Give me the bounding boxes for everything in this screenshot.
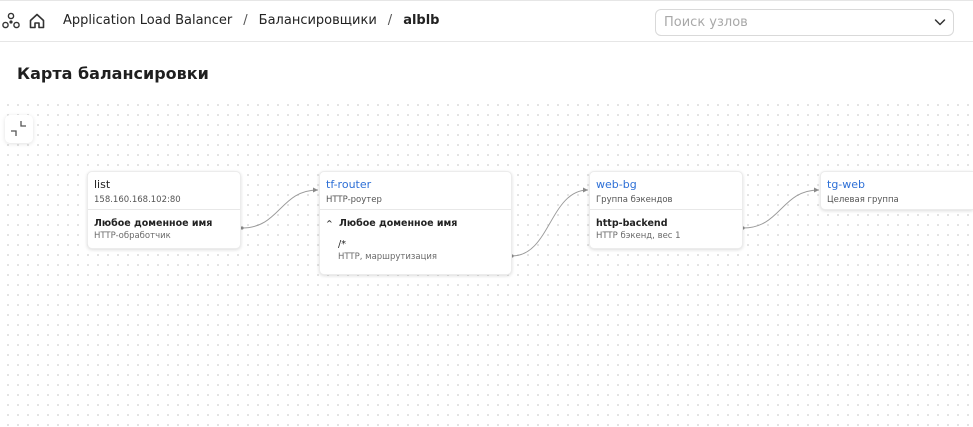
row-subtitle: HTTP-обработчик xyxy=(94,231,171,241)
node-listener[interactable]: list 158.160.168.102:80 Любое доменное и… xyxy=(87,171,241,249)
node-name: list xyxy=(94,178,111,191)
virtual-host-toggle[interactable]: ^ Любое доменное имя xyxy=(326,217,505,230)
chevron-down-icon[interactable] xyxy=(933,15,947,29)
top-bar: Application Load Balancer / Балансировщики… xyxy=(0,0,973,42)
node-target-group[interactable]: tg-web Целевая группа xyxy=(820,171,973,210)
home-icon[interactable] xyxy=(28,12,46,30)
node-name-link[interactable]: tf-router xyxy=(326,178,505,192)
node-row[interactable]: Любое доменное имя HTTP-обработчик xyxy=(88,210,240,249)
breadcrumb: Application Load Balancer / Балансировщики… xyxy=(63,13,439,28)
node-type: Группа бэкендов xyxy=(596,195,673,205)
node-header: tf-router HTTP-роутер xyxy=(320,172,511,210)
breadcrumb-separator: / xyxy=(243,13,248,28)
nodes-icon[interactable] xyxy=(2,12,20,30)
route-path: /* xyxy=(338,239,346,250)
search-input[interactable] xyxy=(656,10,916,35)
breadcrumb-item-alb[interactable]: Application Load Balancer xyxy=(63,13,232,28)
breadcrumb-separator: / xyxy=(387,13,393,28)
node-address: 158.160.168.102:80 xyxy=(94,195,181,205)
chevron-up-icon: ^ xyxy=(326,219,333,228)
node-type: Целевая группа xyxy=(827,195,899,205)
collapse-icon xyxy=(11,121,26,136)
node-virtual-host: ^ Любое доменное имя /* HTTP, маршрутизац… xyxy=(320,210,511,270)
node-backend-group[interactable]: web-bg Группа бэкендов http-backend HTTP… xyxy=(589,171,743,249)
node-row[interactable]: http-backend HTTP бэкенд, вес 1 xyxy=(590,210,742,249)
row-subtitle: HTTP бэкенд, вес 1 xyxy=(596,231,681,241)
node-router[interactable]: tf-router HTTP-роутер ^ Любое доменное им… xyxy=(319,171,512,275)
node-type: HTTP-роутер xyxy=(326,195,382,205)
collapse-button[interactable] xyxy=(5,115,33,143)
breadcrumb-item-current: alblb xyxy=(403,13,440,28)
node-header: tg-web Целевая группа xyxy=(821,172,973,210)
breadcrumb-item-balancers[interactable]: Балансировщики xyxy=(259,13,377,28)
row-title: Любое доменное имя xyxy=(94,218,213,229)
route-subtitle: HTTP, маршрутизация xyxy=(338,252,438,262)
node-header: list 158.160.168.102:80 xyxy=(88,172,240,210)
node-name-link[interactable]: web-bg xyxy=(596,178,736,192)
row-title: http-backend xyxy=(596,218,668,229)
node-name-link[interactable]: tg-web xyxy=(827,178,967,192)
node-header: web-bg Группа бэкендов xyxy=(590,172,742,210)
page-title: Карта балансировки xyxy=(17,64,209,83)
node-search[interactable] xyxy=(655,9,954,36)
route-row[interactable]: /* HTTP, маршрутизация xyxy=(338,238,505,263)
